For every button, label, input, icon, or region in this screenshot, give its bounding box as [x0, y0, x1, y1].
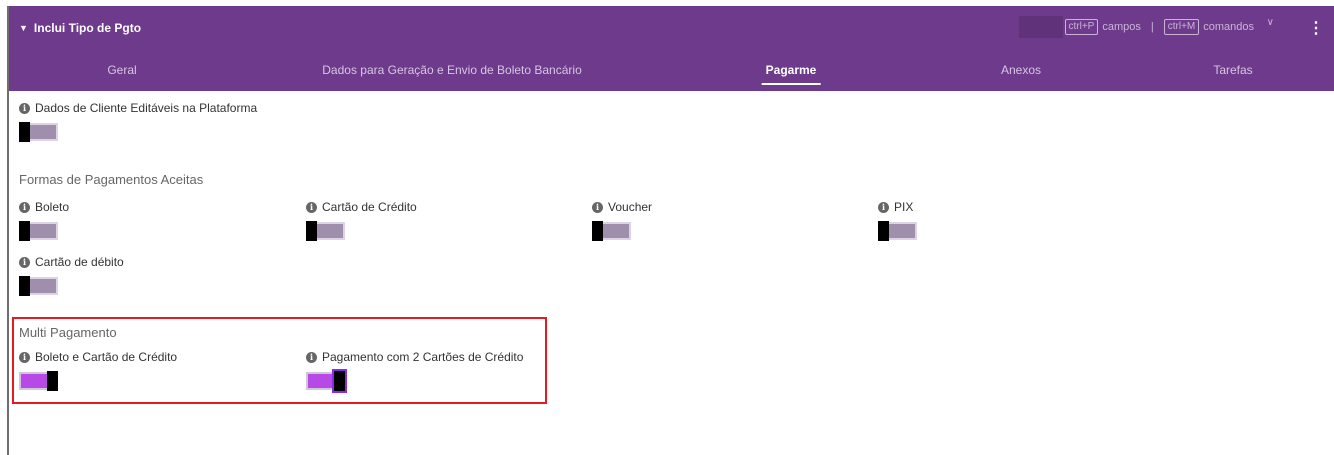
- info-icon[interactable]: i: [306, 351, 317, 363]
- fields-shortcut-key[interactable]: ctrl+P: [1064, 19, 1099, 35]
- info-icon[interactable]: i: [592, 201, 603, 213]
- info-icon[interactable]: i: [19, 256, 30, 268]
- form-window: ▼ Inclui Tipo de Pgto ctrl+P campos | ct…: [7, 6, 1334, 455]
- tab-geral[interactable]: Geral: [107, 63, 136, 77]
- tab-anexos[interactable]: Anexos: [1001, 63, 1041, 77]
- info-icon[interactable]: i: [878, 201, 889, 213]
- shortcut-bar: ctrl+P campos | ctrl+M comandos: [1018, 14, 1254, 40]
- field-cartao-credito: i Cartão de Crédito: [306, 200, 417, 241]
- fields-shortcut-label[interactable]: campos: [1102, 21, 1141, 33]
- cartao-debito-toggle[interactable]: [19, 276, 58, 296]
- info-icon[interactable]: i: [306, 201, 317, 213]
- caret-down-icon[interactable]: ▼: [19, 23, 28, 33]
- section-multi-title: Multi Pagamento: [19, 325, 117, 340]
- tab-pagarme[interactable]: Pagarme: [761, 63, 821, 85]
- boleto-cartao-toggle[interactable]: [19, 371, 58, 391]
- field-editable-client: i Dados de Cliente Editáveis na Platafor…: [19, 101, 257, 142]
- shortcut-placeholder: [1018, 16, 1063, 38]
- info-icon[interactable]: i: [19, 102, 30, 114]
- field-voucher: i Voucher: [592, 200, 652, 241]
- info-icon[interactable]: i: [19, 201, 30, 213]
- voucher-toggle[interactable]: [592, 221, 631, 241]
- field-cartao-debito: i Cartão de débito: [19, 255, 124, 296]
- field-label: Boleto: [35, 200, 70, 214]
- form-title[interactable]: ▼ Inclui Tipo de Pgto: [19, 21, 141, 35]
- editable-client-toggle[interactable]: [19, 122, 58, 142]
- field-label: PIX: [894, 200, 914, 214]
- shortcut-separator: |: [1150, 21, 1154, 33]
- dois-cartoes-toggle[interactable]: [306, 371, 345, 391]
- field-pix: i PIX: [878, 200, 917, 241]
- commands-shortcut-key[interactable]: ctrl+M: [1163, 19, 1200, 35]
- commands-shortcut-label[interactable]: comandos: [1203, 21, 1254, 33]
- field-label: Cartão de Crédito: [322, 200, 417, 214]
- title-bar: ▼ Inclui Tipo de Pgto ctrl+P campos | ct…: [9, 6, 1334, 51]
- field-label: Cartão de débito: [35, 255, 124, 269]
- field-label: Pagamento com 2 Cartões de Crédito: [322, 350, 524, 364]
- field-dois-cartoes: i Pagamento com 2 Cartões de Crédito: [306, 350, 523, 391]
- field-boleto-cartao: i Boleto e Cartão de Crédito: [19, 350, 177, 391]
- field-label: Boleto e Cartão de Crédito: [35, 350, 178, 364]
- tab-dados-boleto[interactable]: Dados para Geração e Envio de Boleto Ban…: [322, 63, 582, 77]
- field-label: Dados de Cliente Editáveis na Plataforma: [35, 101, 258, 115]
- pix-toggle[interactable]: [878, 221, 917, 241]
- field-label: Voucher: [608, 200, 653, 214]
- boleto-toggle[interactable]: [19, 221, 58, 241]
- section-formas-title: Formas de Pagamentos Aceitas: [19, 172, 204, 187]
- kebab-menu-icon[interactable]: ⋮: [1308, 18, 1324, 38]
- chevron-down-icon[interactable]: ∨: [1267, 17, 1274, 28]
- field-boleto: i Boleto: [19, 200, 69, 241]
- tab-tarefas[interactable]: Tarefas: [1213, 63, 1252, 77]
- form-title-text: Inclui Tipo de Pgto: [33, 21, 142, 35]
- info-icon[interactable]: i: [19, 351, 30, 363]
- cartao-credito-toggle[interactable]: [306, 221, 345, 241]
- tab-bar: Geral Dados para Geração e Envio de Bole…: [9, 51, 1334, 91]
